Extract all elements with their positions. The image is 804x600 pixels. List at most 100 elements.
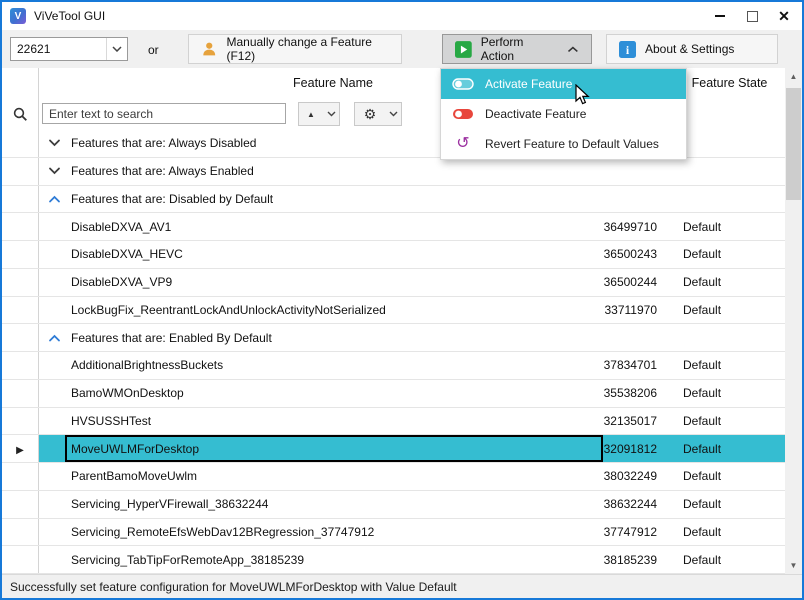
feature-id-cell[interactable]: 38032249 — [603, 463, 661, 490]
perform-action-menu: Activate Feature Deactivate Feature ↺ Re… — [440, 68, 687, 160]
row-selector-cell — [2, 241, 39, 268]
group-row[interactable]: Features that are: Always Enabled — [2, 158, 785, 186]
chevron-up-icon[interactable] — [48, 334, 61, 342]
menu-item-activate-feature[interactable]: Activate Feature — [441, 69, 686, 99]
sort-dropdown-button[interactable] — [323, 103, 339, 125]
row-indent — [39, 241, 65, 268]
chevron-down-icon[interactable] — [48, 167, 61, 175]
feature-state-cell[interactable]: Default — [661, 241, 785, 268]
feature-state-cell[interactable]: Default — [661, 519, 785, 546]
feature-row[interactable]: Servicing_TabTipForRemoteApp_38185239381… — [2, 546, 785, 574]
current-row-arrow-icon — [16, 442, 24, 456]
feature-id-cell[interactable]: 38185239 — [603, 546, 661, 573]
row-selector-cell — [2, 546, 39, 573]
group-label: Features that are: Always Disabled — [71, 136, 256, 150]
search-options-button[interactable]: ⚙ — [354, 102, 402, 126]
feature-state-cell[interactable]: Default — [661, 297, 785, 324]
column-header-feature-state[interactable]: Feature State — [674, 68, 785, 98]
feature-state-cell[interactable]: Default — [661, 463, 785, 490]
feature-row[interactable]: ParentBamoMoveUwlm38032249Default — [2, 463, 785, 491]
feature-state-cell[interactable]: Default — [661, 491, 785, 518]
about-settings-button[interactable]: i About & Settings — [606, 34, 778, 64]
feature-name-cell[interactable]: LockBugFix_ReentrantLockAndUnlockActivit… — [65, 297, 603, 324]
row-selector-cell — [2, 519, 39, 546]
build-number-combobox[interactable]: 22621 — [10, 37, 128, 61]
feature-row[interactable]: Servicing_HyperVFirewall_386322443863224… — [2, 491, 785, 519]
feature-state-cell[interactable]: Default — [661, 435, 785, 462]
feature-state-cell[interactable]: Default — [661, 352, 785, 379]
feature-id-cell[interactable]: 35538206 — [603, 380, 661, 407]
feature-id-cell[interactable]: 32091812 — [603, 435, 661, 462]
minimize-button[interactable] — [704, 2, 736, 30]
chevron-down-icon[interactable] — [48, 139, 61, 147]
chevron-up-icon[interactable] — [48, 195, 61, 203]
group-row[interactable]: Features that are: Enabled By Default — [2, 324, 785, 352]
feature-name-cell[interactable]: ParentBamoMoveUwlm — [65, 463, 603, 490]
maximize-icon — [747, 11, 758, 22]
row-indent — [39, 297, 65, 324]
feature-state-cell[interactable]: Default — [661, 546, 785, 573]
feature-name-cell[interactable]: DisableDXVA_AV1 — [65, 213, 603, 240]
feature-state-cell[interactable]: Default — [661, 213, 785, 240]
scroll-up-button[interactable]: ▲ — [785, 68, 802, 85]
feature-row[interactable]: LockBugFix_ReentrantLockAndUnlockActivit… — [2, 297, 785, 325]
feature-id-cell[interactable]: 37834701 — [603, 352, 661, 379]
options-dropdown-button[interactable] — [385, 103, 401, 125]
feature-state-cell[interactable]: Default — [661, 408, 785, 435]
chevron-down-icon — [389, 111, 398, 117]
feature-id-cell[interactable]: 33711970 — [603, 297, 661, 324]
feature-name-cell[interactable]: DisableDXVA_VP9 — [65, 269, 603, 296]
feature-name-cell[interactable]: HVSUSSHTest — [65, 408, 603, 435]
feature-name-cell[interactable]: MoveUWLMForDesktop — [65, 435, 603, 462]
close-button[interactable]: ✕ — [768, 2, 800, 30]
scrollbar-thumb[interactable] — [786, 88, 801, 200]
feature-id-cell[interactable]: 36500243 — [603, 241, 661, 268]
row-selector-cell — [2, 463, 39, 490]
app-icon: V — [10, 8, 26, 24]
vertical-scrollbar[interactable]: ▲ ▼ — [785, 68, 802, 574]
sort-direction-button[interactable]: ▲ — [298, 102, 340, 126]
row-selector-cell — [2, 435, 39, 462]
chevron-down-icon — [112, 46, 122, 52]
feature-name-cell[interactable]: DisableDXVA_HEVC — [65, 241, 603, 268]
feature-row[interactable]: AdditionalBrightnessBuckets37834701Defau… — [2, 352, 785, 380]
feature-name-cell[interactable]: BamoWMOnDesktop — [65, 380, 603, 407]
perform-action-button[interactable]: Perform Action — [442, 34, 592, 64]
feature-row[interactable]: HVSUSSHTest32135017Default — [2, 408, 785, 436]
grid-corner-cell — [2, 68, 39, 98]
feature-state-cell[interactable]: Default — [661, 380, 785, 407]
row-indent — [39, 380, 65, 407]
toggle-off-icon — [451, 108, 475, 120]
row-indent — [39, 463, 65, 490]
feature-row[interactable]: DisableDXVA_VP936500244Default — [2, 269, 785, 297]
close-icon: ✕ — [778, 8, 790, 25]
feature-row[interactable]: BamoWMOnDesktop35538206Default — [2, 380, 785, 408]
feature-name-cell[interactable]: Servicing_RemoteEfsWebDav12BRegression_3… — [65, 519, 603, 546]
feature-name-cell[interactable]: Servicing_HyperVFirewall_38632244 — [65, 491, 603, 518]
feature-name-cell[interactable]: AdditionalBrightnessBuckets — [65, 352, 603, 379]
scroll-down-button[interactable]: ▼ — [785, 557, 802, 574]
feature-row[interactable]: Servicing_RemoteEfsWebDav12BRegression_3… — [2, 519, 785, 547]
group-row[interactable]: Features that are: Disabled by Default — [2, 186, 785, 214]
feature-row[interactable]: MoveUWLMForDesktop32091812Default — [2, 435, 785, 463]
feature-id-cell[interactable]: 37747912 — [603, 519, 661, 546]
feature-id-cell[interactable]: 36500244 — [603, 269, 661, 296]
combo-dropdown-button[interactable] — [106, 38, 127, 60]
feature-id-cell[interactable]: 38632244 — [603, 491, 661, 518]
feature-id-cell[interactable]: 32135017 — [603, 408, 661, 435]
or-label: or — [148, 43, 159, 57]
vivetool-window: V ViVeTool GUI ✕ 22621 or Manually chang… — [0, 0, 804, 600]
status-bar: Successfully set feature configuration f… — [2, 574, 802, 598]
menu-item-revert-feature[interactable]: ↺ Revert Feature to Default Values — [441, 129, 686, 159]
row-selector-cell — [2, 213, 39, 240]
feature-state-cell[interactable]: Default — [661, 269, 785, 296]
search-input[interactable] — [42, 103, 286, 124]
manual-change-feature-label: Manually change a Feature (F12) — [226, 35, 389, 63]
feature-name-cell[interactable]: Servicing_TabTipForRemoteApp_38185239 — [65, 546, 603, 573]
maximize-button[interactable] — [736, 2, 768, 30]
menu-item-deactivate-feature[interactable]: Deactivate Feature — [441, 99, 686, 129]
feature-id-cell[interactable]: 36499710 — [603, 213, 661, 240]
manual-change-feature-button[interactable]: Manually change a Feature (F12) — [188, 34, 402, 64]
feature-row[interactable]: DisableDXVA_AV136499710Default — [2, 213, 785, 241]
feature-row[interactable]: DisableDXVA_HEVC36500243Default — [2, 241, 785, 269]
